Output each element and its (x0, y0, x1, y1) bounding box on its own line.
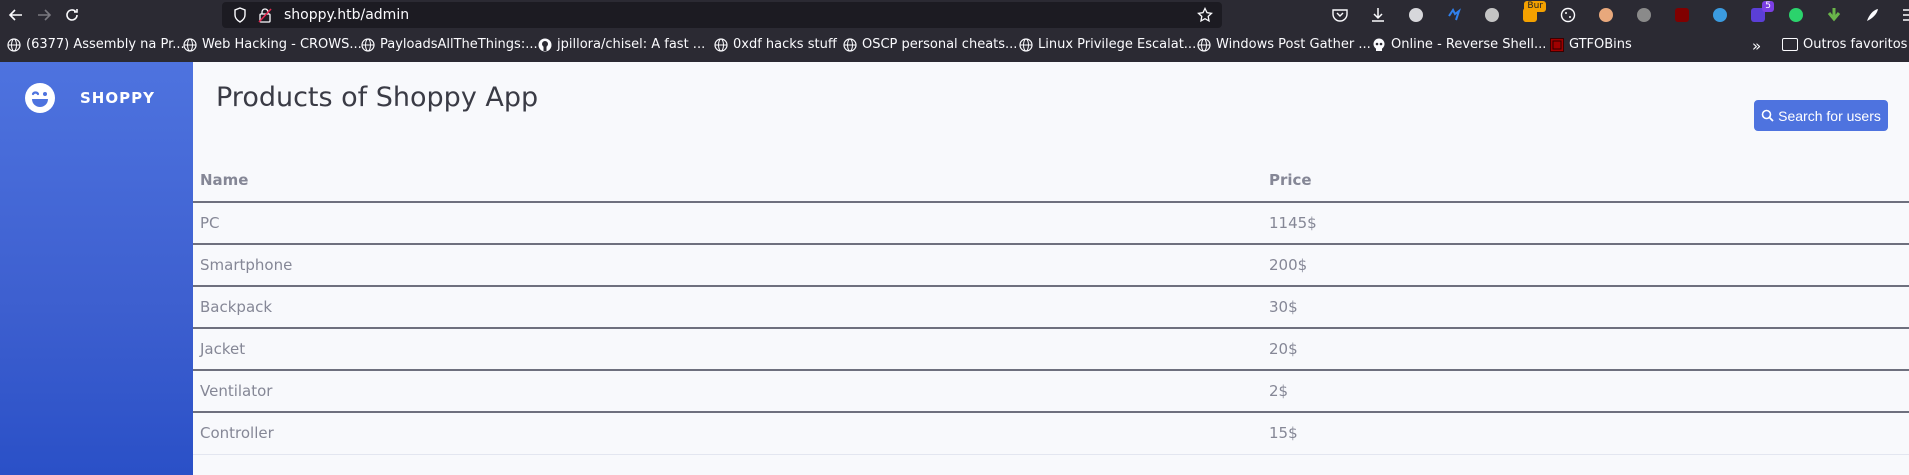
bookmark-item[interactable]: jpillora/chisel: A fast ... (537, 37, 705, 52)
github-icon (537, 37, 552, 52)
burp-badge: Bur (1524, 0, 1546, 12)
product-price: 1145$ (1261, 202, 1909, 245)
bookmark-label: OSCP personal cheats... (862, 37, 1018, 52)
bookmark-item[interactable]: 0xdf hacks stuff (713, 37, 837, 52)
globe-icon (1018, 37, 1033, 52)
forward-icon[interactable] (30, 1, 58, 29)
address-bar[interactable]: shoppy.htb/admin (222, 2, 1222, 28)
product-name: Controller (193, 412, 1261, 455)
globe-icon (182, 37, 197, 52)
ninja-extension-icon[interactable] (1634, 5, 1654, 25)
search-icon (1761, 109, 1774, 122)
table-row: PC 1145$ (193, 202, 1909, 245)
bookmark-item[interactable]: GTFOBins (1549, 37, 1632, 52)
table-row: Ventilator 2$ (193, 370, 1909, 413)
products-table: Name Price PC 1145$ Smartphone 200$ Back… (193, 158, 1909, 455)
cookie-icon[interactable] (1558, 5, 1578, 25)
green-swirl-extension-icon[interactable] (1786, 5, 1806, 25)
bookmark-label: Online - Reverse Shell... (1391, 37, 1547, 52)
column-header-price: Price (1261, 158, 1909, 203)
table-row: Jacket 20$ (193, 328, 1909, 371)
pocket-icon[interactable] (1330, 5, 1350, 25)
column-header-name: Name (193, 158, 1261, 203)
laugh-wink-icon (25, 83, 55, 113)
sidebar: SHOPPY (0, 62, 193, 475)
extension-count-badge: 5 (1762, 0, 1774, 12)
product-name: Jacket (193, 328, 1261, 371)
product-name: Ventilator (193, 370, 1261, 413)
other-bookmarks-label: Outros favoritos (1803, 37, 1908, 52)
back-icon[interactable] (2, 1, 30, 29)
product-price: 20$ (1261, 328, 1909, 371)
shield-icon[interactable] (232, 7, 248, 23)
bookmark-item[interactable]: OSCP personal cheats... (842, 37, 1017, 52)
table-header-row: Name Price (193, 158, 1909, 203)
menu-icon[interactable] (1900, 5, 1909, 25)
globe-icon (713, 37, 728, 52)
bookmark-item[interactable]: Web Hacking - CROWS... (182, 37, 362, 52)
bookmark-item[interactable]: Windows Post Gather ... (1196, 37, 1371, 52)
product-price: 200$ (1261, 244, 1909, 287)
bookmarks-bar: (6377) Assembly na Pr... Web Hacking - C… (0, 29, 1909, 62)
product-price: 30$ (1261, 286, 1909, 329)
main-content: Products of Shoppy App Search for users … (193, 62, 1909, 475)
face-extension-icon[interactable] (1596, 5, 1616, 25)
table-row: Smartphone 200$ (193, 244, 1909, 287)
web-page: SHOPPY Products of Shoppy App Search for… (0, 62, 1909, 475)
product-price: 2$ (1261, 370, 1909, 413)
ghost-extension-icon[interactable] (1482, 5, 1502, 25)
extension-toolbar: Bur 5 (1330, 0, 1909, 29)
bookmark-label: Windows Post Gather ... (1216, 37, 1371, 52)
brand-name: SHOPPY (80, 89, 155, 107)
wappalyzer-icon[interactable] (1444, 5, 1464, 25)
gtfobins-icon (1549, 37, 1564, 52)
bookmark-item[interactable]: (6377) Assembly na Pr... (6, 37, 185, 52)
burp-extension-icon[interactable]: Bur (1520, 0, 1546, 25)
globe-icon (1196, 37, 1211, 52)
bookmark-item[interactable]: Linux Privilege Escalat... (1018, 37, 1196, 52)
search-users-button[interactable]: Search for users (1754, 100, 1888, 131)
page-title: Products of Shoppy App (216, 82, 539, 113)
insecure-lock-icon[interactable] (258, 7, 272, 23)
feather-extension-icon[interactable] (1862, 5, 1882, 25)
bookmark-label: (6377) Assembly na Pr... (26, 37, 185, 52)
sidebar-brand[interactable]: SHOPPY (24, 82, 155, 114)
reload-icon[interactable] (58, 1, 86, 29)
bookmark-label: Web Hacking - CROWS... (202, 37, 362, 52)
globe-icon (360, 37, 375, 52)
bookmark-label: jpillora/chisel: A fast ... (557, 37, 706, 52)
table-row: Controller 15$ (193, 412, 1909, 455)
product-price: 15$ (1261, 412, 1909, 455)
hackbar-icon[interactable]: 5 (1748, 0, 1774, 25)
downloads-icon[interactable] (1368, 5, 1388, 25)
bookmark-label: Linux Privilege Escalat... (1038, 37, 1197, 52)
globe-icon (6, 37, 21, 52)
search-users-label: Search for users (1778, 107, 1881, 124)
other-bookmarks[interactable]: Outros favoritos (1782, 37, 1907, 52)
disc-extension-icon[interactable] (1406, 5, 1426, 25)
skull-icon (1371, 37, 1386, 52)
table-row: Backpack 30$ (193, 286, 1909, 329)
product-name: PC (193, 202, 1261, 245)
bookmark-label: GTFOBins (1569, 37, 1632, 52)
ublock-icon[interactable] (1672, 5, 1692, 25)
bookmark-item[interactable]: Online - Reverse Shell... (1371, 37, 1546, 52)
browser-toolbar: shoppy.htb/admin Bur 5 (0, 0, 1909, 29)
bookmark-star-icon[interactable] (1196, 6, 1214, 24)
folder-icon (1782, 38, 1798, 51)
chevron-more-icon[interactable]: » (1752, 37, 1761, 55)
bookmark-item[interactable]: PayloadsAllTheThings:... (360, 37, 538, 52)
blue-circle-extension-icon[interactable] (1710, 5, 1730, 25)
bookmark-label: 0xdf hacks stuff (733, 37, 837, 52)
url-text[interactable]: shoppy.htb/admin (284, 7, 409, 23)
bookmark-label: PayloadsAllTheThings:... (380, 37, 538, 52)
product-name: Smartphone (193, 244, 1261, 287)
product-name: Backpack (193, 286, 1261, 329)
globe-icon (842, 37, 857, 52)
green-arrow-extension-icon[interactable] (1824, 5, 1844, 25)
